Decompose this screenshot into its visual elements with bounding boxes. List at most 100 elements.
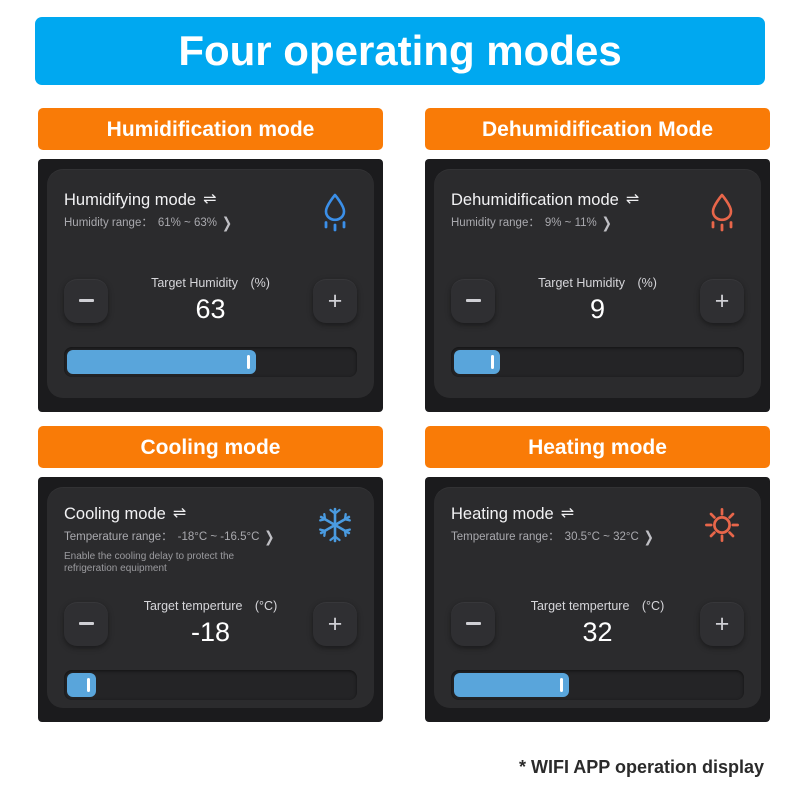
mode-title-row[interactable]: Cooling mode ⇌ [64, 505, 279, 524]
minus-icon [465, 622, 481, 626]
panel-text-block: Heating mode ⇌ Temperature range： 30.5°C… [451, 505, 654, 545]
four-operating-modes-page: Four operating modes Humidification mode… [0, 0, 800, 800]
water-drop-icon [700, 189, 744, 233]
range-row[interactable]: Temperature range： 30.5°C ~ 32°C ❯ [451, 530, 654, 545]
panel-top-row: Heating mode ⇌ Temperature range： 30.5°C… [451, 505, 744, 547]
chevron-right-icon[interactable]: ❯ [222, 216, 232, 231]
panel-top-row: Humidifying mode ⇌ Humidity range： 61% ~… [64, 191, 357, 233]
increment-button[interactable]: + [700, 278, 744, 323]
device-screen: Dehumidification mode ⇌ Humidity range： … [425, 159, 770, 412]
value-slider[interactable] [64, 347, 357, 377]
swap-arrows-icon[interactable]: ⇌ [626, 192, 639, 208]
stepper-row: Target Humidity (%) 9 + [451, 276, 744, 325]
value-slider[interactable] [64, 670, 357, 700]
range-label: Temperature range： [64, 530, 173, 543]
increment-button[interactable]: + [313, 601, 357, 646]
target-value: 9 [589, 293, 606, 324]
range-label: Humidity range： [64, 216, 153, 229]
mode-card-cooling: Cooling mode Cooling mode ⇌ Temperature … [38, 426, 383, 722]
target-block: Target Humidity (%) 63 [108, 276, 313, 325]
swap-arrows-icon[interactable]: ⇌ [561, 506, 574, 522]
decrement-button[interactable] [451, 278, 495, 323]
snowflake-icon [313, 503, 357, 547]
slider-fill [67, 673, 96, 697]
water-drop-icon [313, 189, 357, 233]
mode-card-dehumidification: Dehumidification Mode Dehumidification m… [425, 108, 770, 412]
range-value: 30.5°C ~ 32°C [564, 530, 639, 543]
slider-handle[interactable] [247, 355, 251, 369]
mode-title-label: Humidifying mode [64, 191, 197, 209]
card-header-label: Heating mode [528, 435, 667, 459]
chevron-right-icon[interactable]: ❯ [264, 530, 274, 545]
decrement-button[interactable] [451, 601, 495, 646]
card-header-label: Cooling mode [140, 435, 281, 459]
range-row[interactable]: Humidity range： 9% ~ 11% ❯ [451, 216, 639, 231]
chevron-right-icon[interactable]: ❯ [602, 216, 612, 231]
plus-icon: + [327, 286, 343, 315]
card-header: Heating mode [425, 426, 770, 468]
target-value: 32 [582, 616, 613, 647]
cooling-delay-note: Enable the cooling delay to protect the … [64, 550, 235, 575]
mode-card-humidification: Humidification mode Humidifying mode ⇌ H… [38, 108, 383, 412]
slider-fill [454, 350, 500, 374]
page-title: Four operating modes [178, 27, 622, 74]
swap-arrows-icon[interactable]: ⇌ [203, 192, 216, 208]
target-label: Target Humidity (%) [538, 276, 657, 290]
device-panel: Cooling mode ⇌ Temperature range： -18°C … [47, 487, 374, 708]
device-screen: Humidifying mode ⇌ Humidity range： 61% ~… [38, 159, 383, 412]
mode-card-heating: Heating mode Heating mode ⇌ Temperature … [425, 426, 770, 722]
range-row[interactable]: Temperature range： -18°C ~ -16.5°C ❯ [64, 530, 279, 545]
panel-text-block: Cooling mode ⇌ Temperature range： -18°C … [64, 505, 279, 576]
slider-handle[interactable] [86, 678, 90, 692]
value-slider[interactable] [451, 347, 744, 377]
minus-icon [78, 622, 94, 626]
range-value: -18°C ~ -16.5°C [177, 530, 260, 543]
card-header-label: Humidification mode [106, 117, 315, 141]
plus-icon: + [327, 609, 343, 638]
panel-text-block: Dehumidification mode ⇌ Humidity range： … [451, 191, 639, 231]
increment-button[interactable]: + [313, 278, 357, 323]
card-header: Humidification mode [38, 108, 383, 150]
page-banner: Four operating modes [35, 17, 765, 85]
stepper-row: Target temperture (°C) -18 + [64, 599, 357, 648]
chevron-right-icon[interactable]: ❯ [644, 530, 654, 545]
panel-top-row: Cooling mode ⇌ Temperature range： -18°C … [64, 505, 357, 576]
device-panel: Dehumidification mode ⇌ Humidity range： … [434, 169, 761, 398]
target-value: 63 [195, 293, 226, 324]
stepper-row: Target Humidity (%) 63 + [64, 276, 357, 325]
swap-arrows-icon[interactable]: ⇌ [173, 506, 186, 522]
target-block: Target temperture (°C) 32 [495, 599, 700, 648]
minus-icon [78, 299, 94, 303]
slider-handle[interactable] [490, 355, 494, 369]
device-screen: Heating mode ⇌ Temperature range： 30.5°C… [425, 477, 770, 722]
card-header: Cooling mode [38, 426, 383, 468]
increment-button[interactable]: + [700, 601, 744, 646]
value-slider[interactable] [451, 670, 744, 700]
mode-title-label: Heating mode [451, 505, 554, 523]
target-value: -18 [190, 616, 231, 647]
mode-title-label: Cooling mode [64, 505, 166, 523]
decrement-button[interactable] [64, 278, 108, 323]
range-value: 61% ~ 63% [157, 216, 217, 229]
mode-title-row[interactable]: Heating mode ⇌ [451, 505, 654, 524]
slider-fill [67, 350, 257, 374]
decrement-button[interactable] [64, 601, 108, 646]
target-label: Target Humidity (%) [151, 276, 270, 290]
target-block: Target Humidity (%) 9 [495, 276, 700, 325]
mode-title-row[interactable]: Humidifying mode ⇌ [64, 191, 232, 210]
stepper-row: Target temperture (°C) 32 + [451, 599, 744, 648]
range-row[interactable]: Humidity range： 61% ~ 63% ❯ [64, 216, 232, 231]
device-screen: Cooling mode ⇌ Temperature range： -18°C … [38, 477, 383, 722]
mode-title-label: Dehumidification mode [451, 191, 619, 209]
slider-handle[interactable] [559, 678, 563, 692]
mode-title-row[interactable]: Dehumidification mode ⇌ [451, 191, 639, 210]
card-header-label: Dehumidification Mode [482, 117, 713, 141]
panel-top-row: Dehumidification mode ⇌ Humidity range： … [451, 191, 744, 233]
target-label: Target temperture (°C) [143, 599, 278, 613]
target-label: Target temperture (°C) [530, 599, 665, 613]
plus-icon: + [714, 609, 730, 638]
minus-icon [465, 299, 481, 303]
card-header: Dehumidification Mode [425, 108, 770, 150]
range-label: Humidity range： [451, 216, 540, 229]
target-block: Target temperture (°C) -18 [108, 599, 313, 648]
